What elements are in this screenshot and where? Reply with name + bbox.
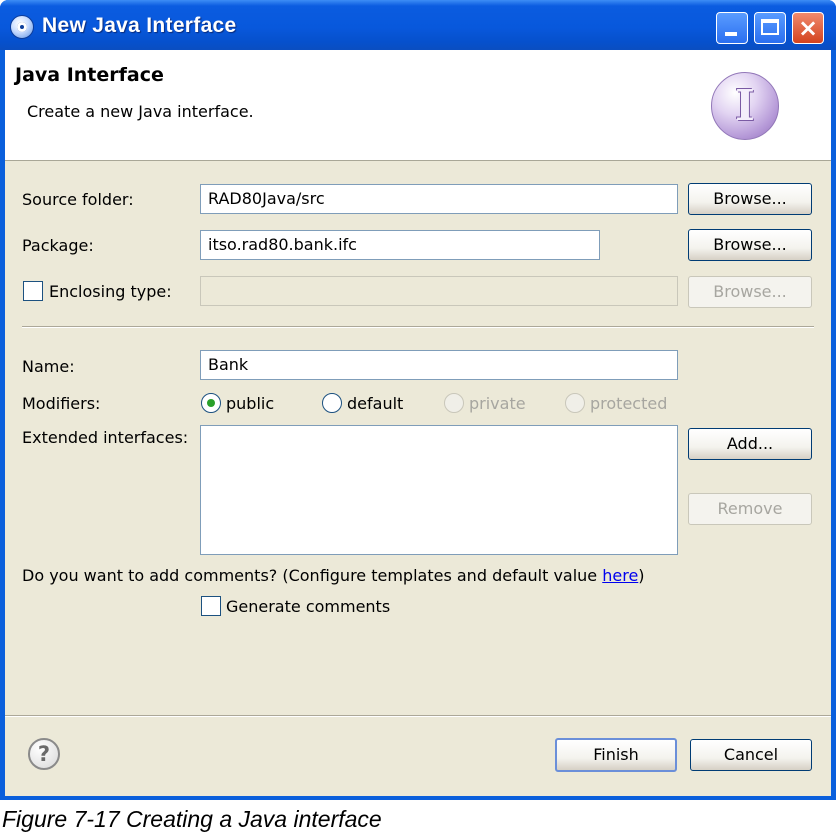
- generate-comments-label: Generate comments: [226, 597, 391, 616]
- comments-question-suffix: ): [638, 566, 645, 585]
- close-icon: ×: [797, 14, 819, 42]
- enclosing-type-browse-button[interactable]: Browse...: [688, 276, 812, 308]
- source-folder-label: Source folder:: [22, 190, 134, 209]
- modifier-private-radio[interactable]: [444, 393, 464, 413]
- footer-separator: [5, 715, 831, 717]
- cancel-button[interactable]: Cancel: [690, 739, 812, 771]
- name-label: Name:: [22, 357, 75, 376]
- modifier-protected-radio[interactable]: [565, 393, 585, 413]
- configure-templates-link[interactable]: here: [602, 566, 638, 585]
- enclosing-type-label: Enclosing type:: [49, 282, 172, 301]
- source-folder-browse-button[interactable]: Browse...: [688, 183, 812, 215]
- close-button[interactable]: ×: [792, 12, 824, 44]
- maximize-button[interactable]: [754, 12, 786, 44]
- modifier-public-label: public: [226, 394, 275, 413]
- enclosing-type-checkbox[interactable]: [23, 281, 43, 301]
- modifier-private-label: private: [469, 394, 526, 413]
- source-folder-input[interactable]: RAD80Java/src: [200, 184, 678, 214]
- interface-icon-glyph: I: [735, 81, 755, 130]
- enclosing-type-input[interactable]: [200, 276, 678, 306]
- minimize-button[interactable]: [716, 12, 748, 44]
- title-bar[interactable]: New Java Interface ×: [0, 0, 836, 50]
- figure-caption: Figure 7-17 Creating a Java interface: [2, 806, 382, 832]
- banner-description: Create a new Java interface.: [27, 102, 254, 121]
- package-browse-button[interactable]: Browse...: [688, 229, 812, 261]
- wizard-banner: Java Interface Create a new Java interfa…: [5, 50, 831, 161]
- extended-interfaces-label: Extended interfaces:: [22, 428, 189, 447]
- add-interface-button[interactable]: Add...: [688, 428, 812, 460]
- remove-interface-button[interactable]: Remove: [688, 493, 812, 525]
- separator: [22, 326, 814, 328]
- window-title: New Java Interface: [42, 14, 237, 37]
- modifier-default-label: default: [347, 394, 404, 413]
- modifier-public-radio[interactable]: [201, 393, 221, 413]
- package-input[interactable]: itso.rad80.bank.ifc: [200, 230, 600, 260]
- extended-interfaces-list[interactable]: [200, 425, 678, 555]
- dialog-window: New Java Interface × Java Interface Crea…: [0, 0, 836, 800]
- help-icon[interactable]: ?: [28, 738, 60, 770]
- name-input[interactable]: Bank: [200, 350, 678, 380]
- banner-title: Java Interface: [15, 64, 164, 86]
- comments-question: Do you want to add comments? (Configure …: [22, 566, 645, 585]
- modifier-protected-label: protected: [590, 394, 668, 413]
- comments-question-prefix: Do you want to add comments? (Configure …: [22, 566, 603, 585]
- generate-comments-checkbox[interactable]: [201, 596, 221, 616]
- dialog-client-area: Java Interface Create a new Java interfa…: [5, 50, 831, 796]
- package-label: Package:: [22, 236, 94, 255]
- modifier-default-radio[interactable]: [322, 393, 342, 413]
- finish-button[interactable]: Finish: [555, 738, 677, 772]
- interface-icon: I: [711, 72, 779, 140]
- eclipse-icon: [10, 15, 34, 39]
- modifiers-label: Modifiers:: [22, 394, 101, 413]
